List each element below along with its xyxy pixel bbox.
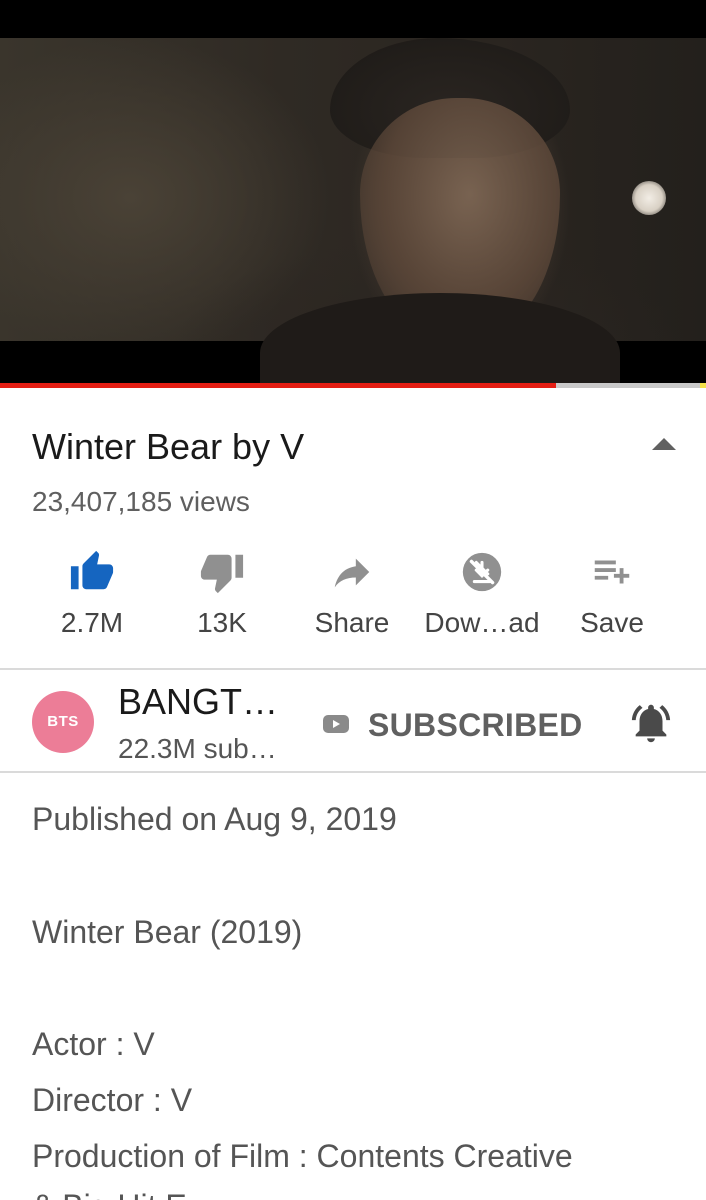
channel-avatar-text: BTS: [47, 713, 79, 730]
description-line: Production of Film : Contents Creative: [32, 1138, 573, 1174]
share-button[interactable]: Share: [287, 545, 417, 645]
video-scene-light: [632, 181, 666, 215]
video-title-row[interactable]: Winter Bear by V: [32, 424, 682, 470]
chevron-up-icon: [652, 438, 676, 450]
share-label: Share: [314, 607, 390, 638]
download-button[interactable]: Dow…ad: [417, 545, 547, 645]
view-count: 23,407,185 views: [32, 486, 250, 517]
description-line-cutoff: & Big Hit E…: [32, 1187, 232, 1200]
like-button[interactable]: 2.7M: [27, 545, 157, 645]
video-progress-played: [0, 383, 556, 388]
thumbs-up-icon: [70, 550, 114, 590]
subscribed-label: SUBSCRIBED: [368, 707, 583, 743]
divider: [0, 668, 706, 670]
video-scene-shoulders: [260, 293, 620, 385]
notification-bell-button[interactable]: [628, 700, 674, 746]
subscriber-count: 22.3M sub…: [118, 733, 277, 764]
dislike-count: 13K: [197, 607, 247, 638]
video-player[interactable]: [0, 0, 706, 385]
add-to-playlist-icon: [594, 560, 630, 584]
dislike-button[interactable]: 13K: [157, 545, 287, 645]
channel-name[interactable]: BANGT…: [118, 681, 278, 723]
description-line: Winter Bear (2019): [32, 914, 303, 950]
collapse-details-button[interactable]: [646, 430, 682, 460]
video-frame[interactable]: [0, 38, 706, 385]
video-title: Winter Bear by V: [32, 426, 305, 467]
description-line: Director : V: [32, 1082, 193, 1118]
share-icon: [334, 558, 370, 588]
video-progress-buffered: [700, 383, 706, 388]
bell-ringing-icon: [631, 704, 671, 743]
save-label: Save: [580, 607, 644, 638]
description-line: Actor : V: [32, 1026, 155, 1062]
download-disabled-icon: [462, 552, 502, 592]
save-button[interactable]: Save: [547, 545, 677, 645]
download-label: Dow…ad: [424, 607, 540, 638]
video-progress-bar[interactable]: [0, 383, 706, 388]
action-bar: 2.7M 13K Share Dow…ad Save: [27, 545, 677, 645]
published-date: Published on Aug 9, 2019: [32, 801, 397, 837]
youtube-play-icon: [323, 715, 349, 733]
divider: [0, 771, 706, 773]
like-count: 2.7M: [60, 607, 124, 638]
thumbs-down-icon: [200, 554, 244, 594]
channel-avatar[interactable]: BTS: [32, 691, 94, 753]
description-cutoff-text: & Big Hit E…: [32, 1187, 232, 1200]
